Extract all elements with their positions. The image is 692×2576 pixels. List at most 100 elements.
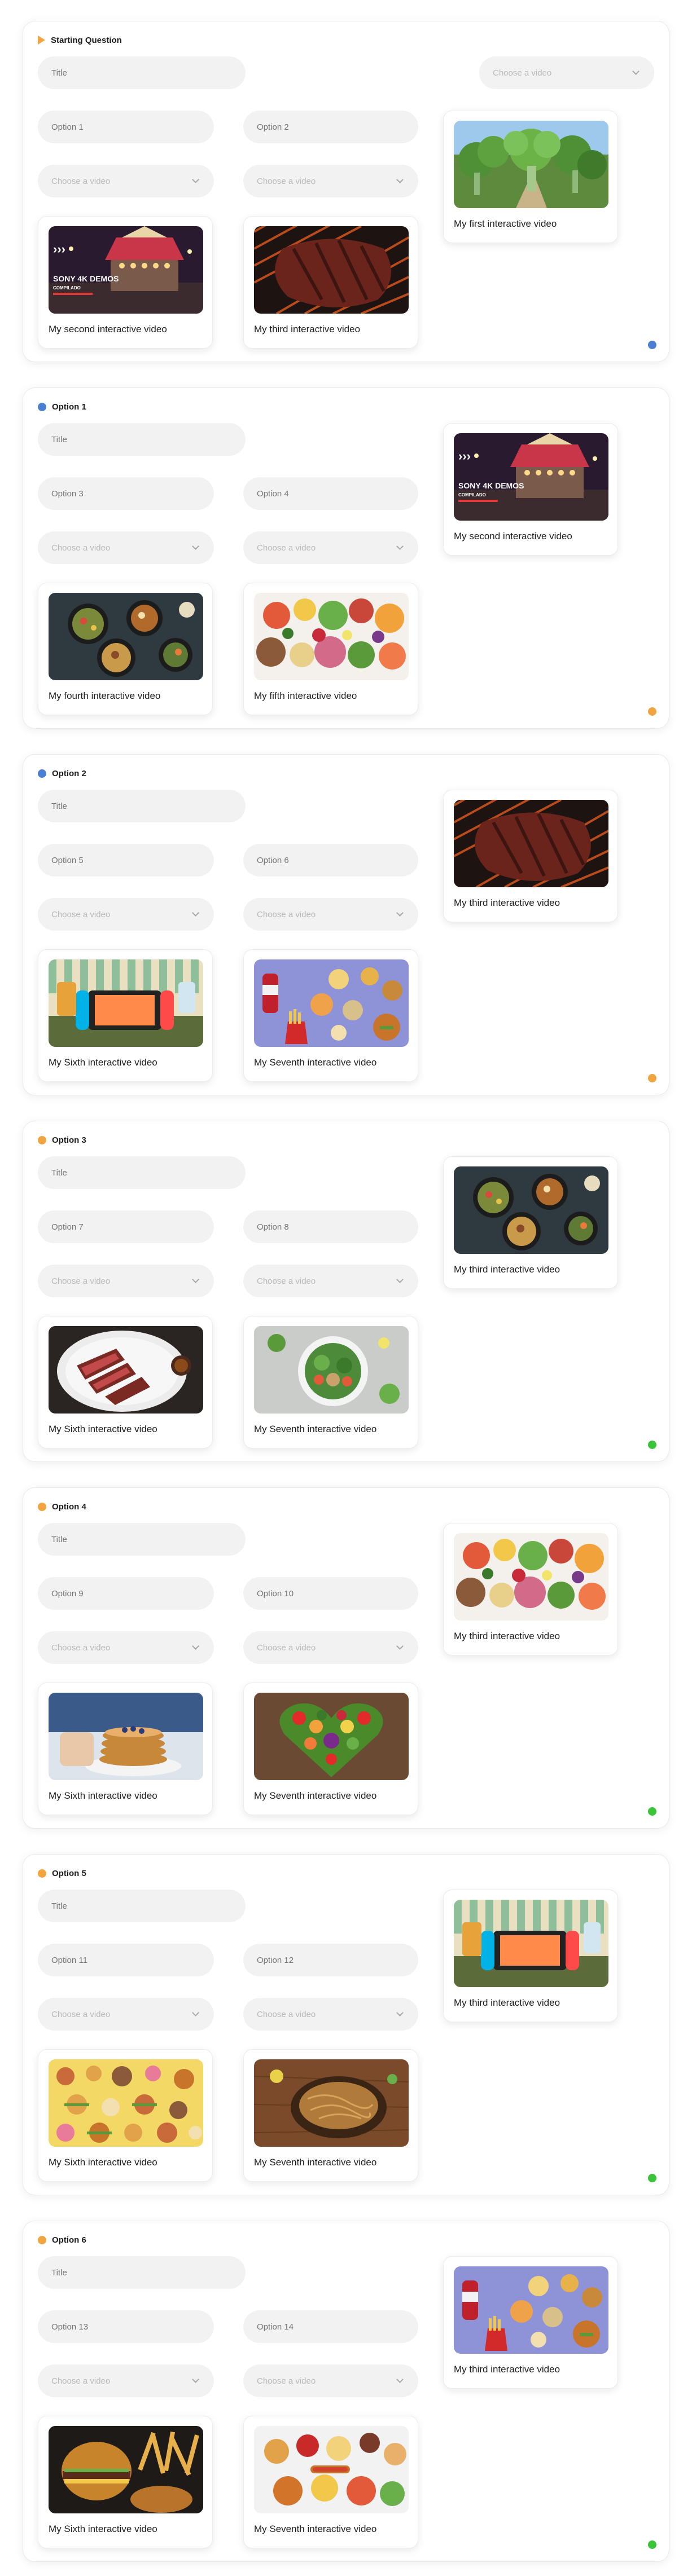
option-video-select[interactable]: Choose a video [38, 898, 214, 931]
title-input[interactable] [38, 790, 246, 822]
card-title: Option 2 [52, 768, 86, 778]
video-thumbnail [49, 1693, 203, 1780]
option-video-card[interactable]: My Seventh interactive video [243, 949, 418, 1082]
option-video-card[interactable]: My fourth interactive video [38, 583, 213, 715]
option-video-card[interactable]: My Seventh interactive video [243, 2416, 418, 2548]
option-video-card[interactable]: My Seventh interactive video [243, 2049, 418, 2182]
main-video-card[interactable]: My third interactive video [443, 1523, 618, 1655]
video-title: My Seventh interactive video [254, 2157, 377, 2168]
main-video-card[interactable]: My first interactive video [443, 111, 618, 243]
option-video-select[interactable]: Choose a video [243, 2364, 418, 2397]
option-video-card[interactable]: My Sixth interactive video [38, 1683, 213, 1815]
option-input[interactable] [243, 1577, 418, 1610]
option-input[interactable] [38, 1944, 214, 1976]
option-video-select[interactable]: Choose a video [243, 531, 418, 564]
video-title: My first interactive video [454, 218, 557, 229]
video-thumbnail [254, 1693, 409, 1780]
junk-food-yellow-image [49, 2059, 203, 2147]
option-input[interactable] [243, 2310, 418, 2343]
noodles-wood-image [254, 2059, 409, 2147]
video-thumbnail [254, 226, 409, 314]
main-video-card[interactable]: My third interactive video [443, 1156, 618, 1289]
pancakes-image [49, 1693, 203, 1780]
option-video-card[interactable]: My Sixth interactive video [38, 2049, 213, 2182]
card-header: Starting Question [38, 34, 122, 46]
svg-text:SONY 4K DEMOS: SONY 4K DEMOS [458, 481, 524, 490]
option-video-select[interactable]: Choose a video [243, 1265, 418, 1297]
option-video-select[interactable]: Choose a video [38, 1998, 214, 2031]
card-title: Option 5 [52, 1868, 86, 1878]
option-input[interactable] [38, 1210, 214, 1243]
status-dot [648, 1074, 656, 1082]
option-video-select[interactable]: Choose a video [38, 531, 214, 564]
video-title: My Seventh interactive video [254, 1790, 377, 1801]
option-input[interactable] [38, 2310, 214, 2343]
veggie-heart-image [254, 1693, 409, 1780]
option-video-select[interactable]: Choose a video [243, 898, 418, 931]
option-input[interactable] [38, 844, 214, 877]
main-video-card[interactable]: My third interactive video [443, 2256, 618, 2389]
title-input[interactable] [38, 1523, 246, 1556]
video-title: My Seventh interactive video [254, 2524, 377, 2534]
option-video-select[interactable]: Choose a video [38, 2364, 214, 2397]
video-title: My second interactive video [49, 324, 167, 334]
option-input[interactable] [243, 1210, 418, 1243]
starting-question-card: Starting Question Choose a video Choose … [23, 21, 669, 362]
option-video-card[interactable]: My Sixth interactive video [38, 949, 213, 1082]
video-select[interactable]: Choose a video [479, 56, 654, 89]
option-input[interactable] [38, 111, 214, 143]
option-card-1: Option 1 Choose a video Choose a video ›… [23, 387, 669, 729]
option-input[interactable] [243, 111, 418, 143]
option-video-card[interactable]: ››› SONY 4K DEMOS COMPILADO My second in… [38, 216, 213, 349]
title-input[interactable] [38, 2256, 246, 2289]
title-input[interactable] [38, 56, 246, 89]
status-dot [648, 2540, 656, 2549]
dot-icon [38, 769, 46, 778]
title-input[interactable] [38, 1890, 246, 1922]
option-video-card[interactable]: My third interactive video [243, 216, 418, 349]
chevron-down-icon [192, 543, 199, 550]
svg-text:SONY 4K DEMOS: SONY 4K DEMOS [53, 274, 119, 283]
chevron-down-icon [192, 2009, 199, 2016]
main-video-card[interactable]: My third interactive video [443, 1890, 618, 2022]
broccoli-forest-image [454, 121, 608, 208]
steak-grill-image [254, 226, 409, 314]
chevron-down-icon [396, 1276, 404, 1283]
main-video-card[interactable]: ››› SONY 4K DEMOS COMPILADO My second in… [443, 423, 618, 556]
option-video-card[interactable]: My Sixth interactive video [38, 2416, 213, 2548]
option-video-card[interactable]: My Sixth interactive video [38, 1316, 213, 1448]
option-input[interactable] [38, 477, 214, 510]
option-input[interactable] [243, 477, 418, 510]
option-video-select[interactable]: Choose a video [243, 1998, 418, 2031]
video-thumbnail [454, 800, 608, 887]
video-title: My third interactive video [254, 324, 361, 334]
chevron-down-icon [396, 543, 404, 550]
video-thumbnail [254, 2426, 409, 2513]
option-video-select[interactable]: Choose a video [243, 165, 418, 197]
food-spread-image [454, 1533, 608, 1621]
video-title: My Sixth interactive video [49, 2157, 157, 2168]
video-thumbnail [254, 1326, 409, 1414]
option-video-select[interactable]: Choose a video [38, 1631, 214, 1664]
option-video-select[interactable]: Choose a video [38, 165, 214, 197]
option-video-card[interactable]: My Seventh interactive video [243, 1683, 418, 1815]
option-input[interactable] [38, 1577, 214, 1610]
option-video-card[interactable]: My fifth interactive video [243, 583, 418, 715]
option-video-card[interactable]: My Seventh interactive video [243, 1316, 418, 1448]
main-video-card[interactable]: My third interactive video [443, 790, 618, 922]
junk-food-blue-image [454, 2266, 608, 2354]
chevron-down-icon [192, 909, 199, 917]
option-video-select[interactable]: Choose a video [38, 1265, 214, 1297]
video-thumbnail [49, 2059, 203, 2147]
dot-icon [38, 402, 46, 411]
party-food-image [254, 2426, 409, 2513]
title-input[interactable] [38, 423, 246, 456]
bowls-dark-image [49, 593, 203, 680]
title-input[interactable] [38, 1156, 246, 1189]
video-thumbnail [454, 1533, 608, 1621]
option-video-select[interactable]: Choose a video [243, 1631, 418, 1664]
option-input[interactable] [243, 844, 418, 877]
option-input[interactable] [243, 1944, 418, 1976]
status-dot [648, 707, 656, 716]
svg-text:›››: ››› [458, 449, 471, 463]
